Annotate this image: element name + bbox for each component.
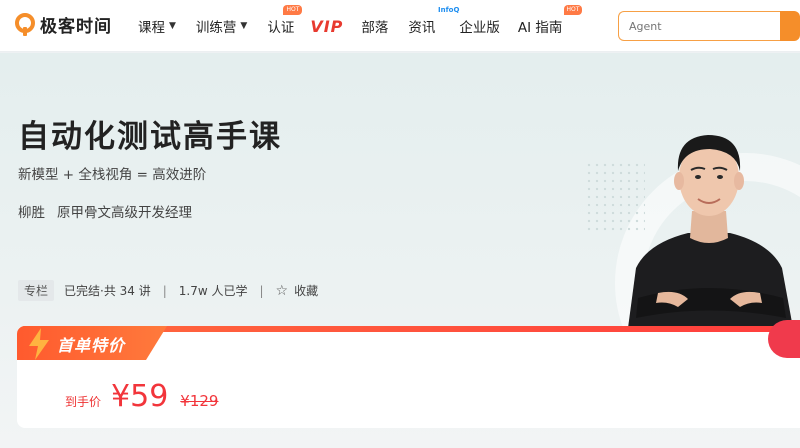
divider: | [162, 283, 167, 298]
course-meta: 专栏 已完结·共 34 讲 | 1.7w 人已学 | ☆ 收藏 [18, 280, 318, 301]
price-label: 到手价 [65, 395, 102, 409]
favorite-label: 收藏 [294, 284, 319, 298]
learner-count: 1.7w 人已学 [178, 284, 248, 298]
nav-ai-guide-label: AI 指南 [517, 20, 563, 36]
nav-bootcamp-label: 训练营 [195, 20, 237, 36]
nav-bootcamp[interactable]: 训练营 ▼ [196, 16, 247, 36]
logo-icon [15, 12, 35, 36]
nav-courses-label: 课程 [138, 20, 165, 36]
logo-text: 极客时间 [40, 17, 112, 37]
course-title: 自动化测试高手课 [18, 119, 282, 155]
course-type-tag: 专栏 [18, 280, 55, 301]
course-subtitle: 新模型 + 全栈视角 = 高效进阶 [18, 167, 207, 183]
vip-logo: VIP [310, 16, 344, 36]
search-input[interactable] [619, 12, 780, 40]
course-hero: 自动化测试高手课 新模型 + 全栈视角 = 高效进阶 柳胜 原甲骨文高级开发经理 … [0, 53, 800, 448]
main-nav: 课程 ▼ 训练营 ▼ 认证 HOT VIP 部落 资讯 InfoQ 企业版 AI 指… [138, 0, 583, 52]
lightning-icon [29, 328, 49, 360]
promo-tab-label: 首单特价 [57, 336, 126, 355]
logo[interactable]: 极客时间 [14, 12, 112, 37]
original-price: ¥129 [180, 392, 219, 410]
nav-news[interactable]: 资讯 InfoQ [408, 6, 459, 36]
nav-news-label: 资讯 [408, 20, 436, 36]
nav-tribe[interactable]: 部落 [361, 16, 388, 36]
divider: | [259, 283, 264, 298]
search-box [618, 11, 780, 41]
chevron-down-icon: ▼ [169, 21, 176, 31]
author-info: 柳胜 原甲骨文高级开发经理 [18, 201, 192, 221]
nav-courses[interactable]: 课程 ▼ [138, 16, 176, 36]
author-role: 原甲骨文高级开发经理 [57, 205, 192, 221]
nav-ai-guide[interactable]: AI 指南 HOT [517, 5, 583, 36]
price-row: 到手价 ¥59 ¥129 [65, 379, 218, 414]
nav-enterprise[interactable]: 企业版 [459, 16, 500, 36]
nav-certification[interactable]: 认证 HOT [267, 5, 303, 36]
promo-price-card: 首单特价 到手价 ¥59 ¥129 [17, 326, 800, 428]
lesson-status: 已完结·共 34 讲 [64, 284, 151, 298]
hot-badge: HOT [283, 5, 303, 15]
nav-vip[interactable]: VIP [308, 17, 343, 36]
favorite-button[interactable]: ☆ 收藏 [276, 282, 319, 299]
top-header: 极客时间 课程 ▼ 训练营 ▼ 认证 HOT VIP 部落 资讯 InfoQ 企业版… [0, 0, 800, 52]
nav-enterprise-label: 企业版 [459, 20, 500, 36]
current-price: ¥59 [111, 379, 169, 414]
author-photo [628, 135, 793, 328]
chevron-down-icon: ▼ [240, 21, 248, 31]
author-name: 柳胜 [18, 205, 45, 221]
hot-badge: HOT [563, 5, 583, 15]
buy-button[interactable] [768, 320, 800, 358]
nav-certification-label: 认证 [267, 20, 295, 36]
infoq-badge: InfoQ [438, 6, 460, 14]
star-icon: ☆ [275, 282, 289, 299]
nav-tribe-label: 部落 [361, 20, 389, 36]
search-button[interactable] [780, 11, 800, 41]
